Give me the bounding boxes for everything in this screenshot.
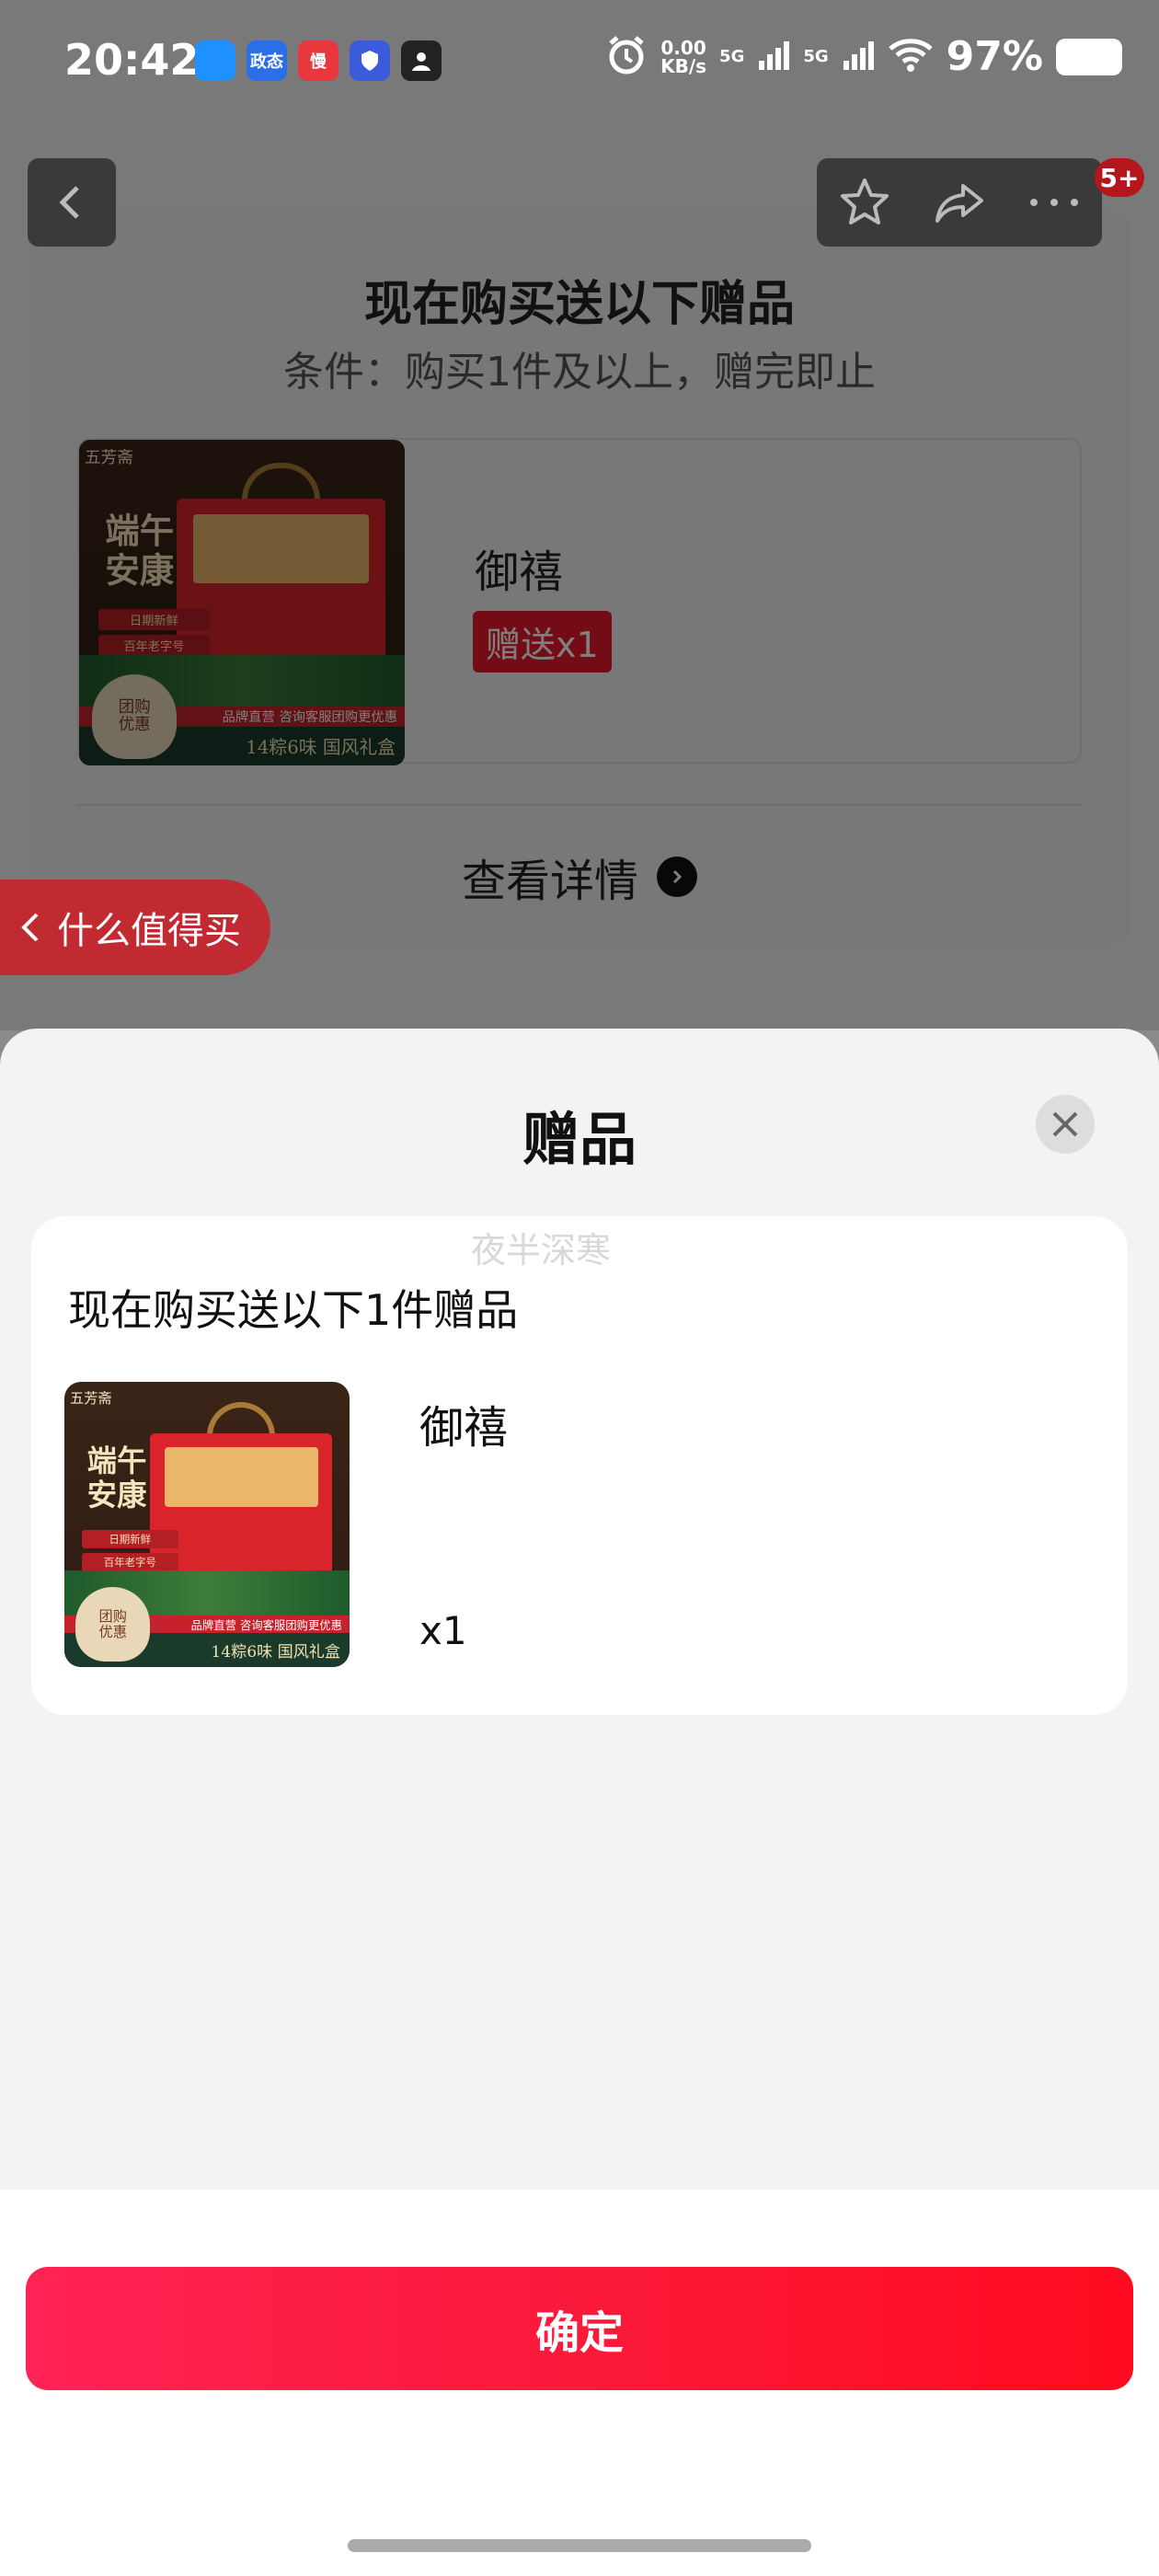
signal-icon <box>757 39 790 75</box>
status-bar: 20:42 政态 慢 0.00 KB/s 5G 5G 97% <box>0 0 1159 129</box>
close-icon <box>1052 1111 1078 1137</box>
gift-item-name: 御禧 <box>419 1402 509 1454</box>
home-indicator[interactable] <box>348 2539 811 2552</box>
product-image: 五芳斋 端午安康 日期新鲜 百年老字号 品牌直营 咨询客服团购更优惠 14粽6味… <box>64 1382 350 1667</box>
app-red-icon: 慢 <box>298 40 339 81</box>
back-to-app-label: 什么值得买 <box>57 910 241 952</box>
app-blue-icon <box>195 40 235 81</box>
battery-percent: 97% <box>946 33 1043 80</box>
product-tag: 百年老字号 <box>81 1553 178 1571</box>
signal-5g-label: 5G <box>803 47 829 66</box>
product-tag: 日期新鲜 <box>81 1530 178 1549</box>
share-button[interactable] <box>912 158 1006 247</box>
app-shield-icon <box>350 40 390 81</box>
dim-overlay[interactable] <box>0 0 1159 1030</box>
gift-item-quantity: x1 <box>419 1608 467 1653</box>
wifi-icon <box>888 37 934 77</box>
notification-badge: 5+ <box>1095 158 1144 197</box>
more-icon <box>1030 199 1079 206</box>
watermark: 夜半深寒 <box>471 1230 612 1271</box>
notification-icons: 政态 慢 <box>195 40 442 81</box>
gift-sheet: 赠品 现在购买送以下1件赠品 五芳斋 端午 安康 日期新鲜 百年老字号 品牌直营 … <box>0 1029 1159 2576</box>
network-speed: 0.00 KB/s <box>660 36 707 77</box>
more-button[interactable] <box>1007 158 1102 247</box>
status-time: 20:42 <box>64 35 200 85</box>
status-right: 0.00 KB/s 5G 5G 97% <box>605 33 1122 80</box>
battery-icon <box>1056 38 1122 75</box>
product-seal: 团购优惠 <box>75 1587 150 1662</box>
chevron-left-icon <box>59 186 79 219</box>
sheet-title: 赠品 <box>522 1106 637 1173</box>
back-button[interactable] <box>28 158 116 247</box>
app-dark-icon <box>401 40 442 81</box>
signal-5g-label: 5G <box>719 47 745 66</box>
close-button[interactable] <box>1036 1095 1095 1154</box>
action-group <box>817 158 1102 247</box>
share-icon <box>935 184 983 223</box>
confirm-button[interactable]: 确定 <box>26 2267 1133 2390</box>
app-news-icon: 政态 <box>247 40 287 81</box>
favorite-button[interactable] <box>817 158 912 247</box>
product-brand: 五芳斋 <box>70 1390 112 1407</box>
gift-list-card: 现在购买送以下1件赠品 五芳斋 端午 安康 日期新鲜 百年老字号 品牌直营 咨询客… <box>31 1216 1128 1715</box>
sheet-footer: 确定 <box>0 2190 1159 2576</box>
product-headline: 端午安康 <box>86 1443 147 1513</box>
signal-icon <box>842 39 875 75</box>
chevron-left-icon <box>21 913 39 942</box>
alarm-icon <box>605 34 648 80</box>
gift-list-heading: 现在购买送以下1件赠品 <box>68 1285 519 1335</box>
gift-list-item[interactable]: 五芳斋 端午 安康 日期新鲜 百年老字号 品牌直营 咨询客服团购更优惠 14粽6味… <box>64 1382 1095 1669</box>
star-icon <box>840 178 889 224</box>
back-to-app-pill[interactable]: 什么值得买 <box>0 880 270 975</box>
